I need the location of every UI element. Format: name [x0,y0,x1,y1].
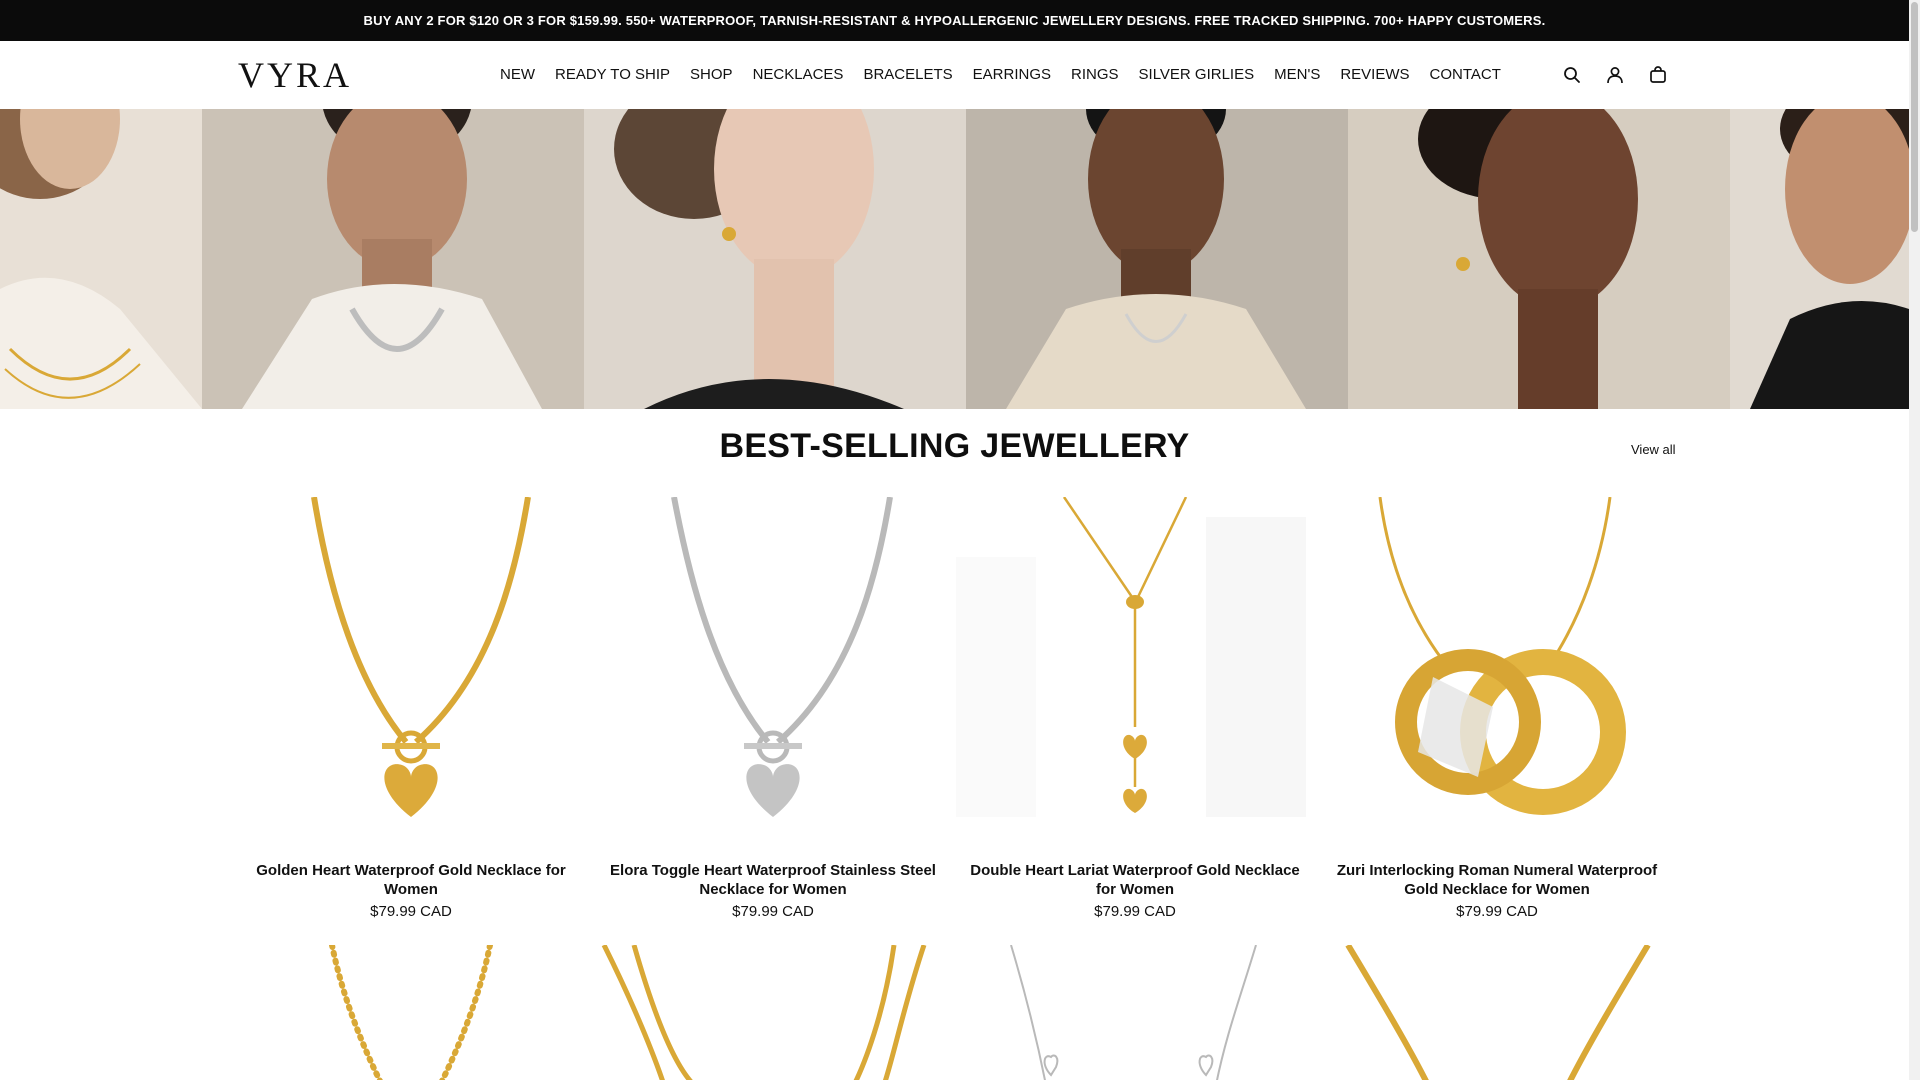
announcement-text: BUY ANY 2 FOR $120 OR 3 FOR $159.99. 550… [363,13,1546,28]
product-image[interactable] [594,945,952,1080]
page-scrollbar[interactable] [1909,0,1920,1080]
product-price: $79.99 CAD [1094,903,1176,920]
hero-model-image [1730,109,1909,409]
product-price: $79.99 CAD [732,903,814,920]
nav-contact[interactable]: CONTACT [1420,41,1511,109]
hero-model-image [584,109,966,409]
product-image[interactable] [232,497,590,851]
product-card[interactable] [594,945,952,1080]
nav-rings[interactable]: RINGS [1061,41,1129,109]
product-name[interactable]: Zuri Interlocking Roman Numeral Waterpro… [1318,861,1676,899]
nav-necklaces[interactable]: NECKLACES [743,41,854,109]
nav-new[interactable]: NEW [490,41,545,109]
product-card[interactable]: Double Heart Lariat Waterproof Gold Neck… [956,497,1314,920]
hero-model-image [202,109,584,409]
nav-earrings[interactable]: EARRINGS [963,41,1061,109]
hero-model-image [1348,109,1730,409]
product-image[interactable] [232,945,590,1080]
announcement-bar: BUY ANY 2 FOR $120 OR 3 FOR $159.99. 550… [0,0,1909,41]
brand-logo[interactable]: VYRA [238,55,352,95]
nav-ready-to-ship[interactable]: READY TO SHIP [545,41,680,109]
cart-icon[interactable] [1636,54,1679,97]
product-price: $79.99 CAD [370,903,452,920]
hero-model-image [0,109,202,409]
product-card[interactable]: Elora Toggle Heart Waterproof Stainless … [594,497,952,920]
main-nav: NEW READY TO SHIP SHOP NECKLACES BRACELE… [490,41,1511,109]
account-icon[interactable] [1593,54,1636,97]
product-image[interactable] [956,945,1314,1080]
product-card[interactable] [232,945,590,1080]
product-price: $79.99 CAD [1456,903,1538,920]
product-card[interactable]: Zuri Interlocking Roman Numeral Waterpro… [1318,497,1676,920]
product-card[interactable] [1318,945,1676,1080]
hero-collage [0,109,1909,409]
search-icon[interactable] [1550,54,1593,97]
nav-reviews[interactable]: REVIEWS [1330,41,1419,109]
view-all-link[interactable]: View all [1631,442,1676,457]
product-name[interactable]: Double Heart Lariat Waterproof Gold Neck… [956,861,1314,899]
hero-model-image [966,109,1348,409]
header-actions [1550,41,1679,109]
product-image[interactable] [956,497,1314,851]
product-image[interactable] [1318,497,1676,851]
scrollbar-thumb[interactable] [1911,2,1918,232]
product-card[interactable]: Golden Heart Waterproof Gold Necklace fo… [232,497,590,920]
product-image[interactable] [1318,945,1676,1080]
product-name[interactable]: Elora Toggle Heart Waterproof Stainless … [594,861,952,899]
nav-silver-girlies[interactable]: SILVER GIRLIES [1129,41,1265,109]
nav-mens[interactable]: MEN'S [1264,41,1330,109]
section-title: BEST-SELLING JEWELLERY [719,427,1190,465]
site-header: VYRA NEW READY TO SHIP SHOP NECKLACES BR… [0,41,1909,109]
nav-shop[interactable]: SHOP [680,41,743,109]
nav-bracelets[interactable]: BRACELETS [853,41,962,109]
product-name[interactable]: Golden Heart Waterproof Gold Necklace fo… [232,861,590,899]
product-card[interactable] [956,945,1314,1080]
product-image[interactable] [594,497,952,851]
